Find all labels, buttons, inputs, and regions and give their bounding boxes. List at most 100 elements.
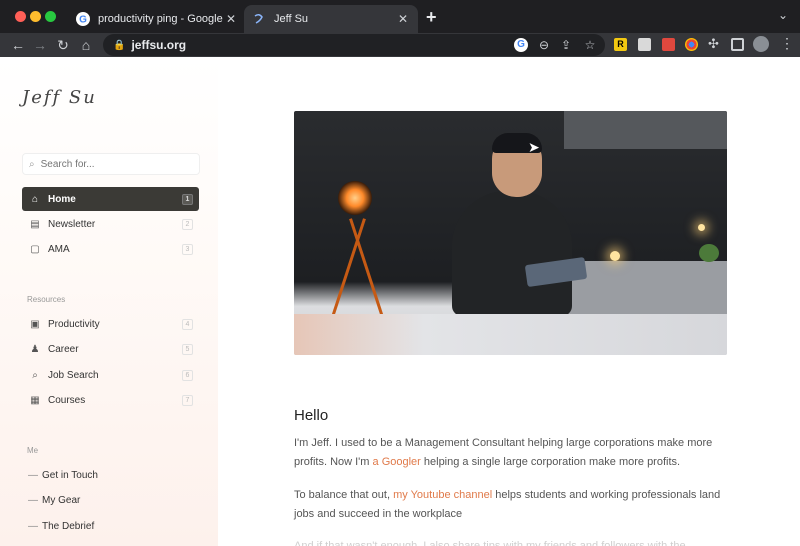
dash-icon: — bbox=[28, 520, 38, 532]
faded-paragraph: And if that wasn't enough, I also share … bbox=[294, 540, 686, 546]
section-label-resources: Resources bbox=[27, 295, 66, 304]
home-icon[interactable]: ⌂ bbox=[76, 35, 96, 55]
youtube-channel-link[interactable]: my Youtube channel bbox=[393, 489, 492, 501]
light-bulb bbox=[698, 224, 705, 231]
reload-icon[interactable]: ↻ bbox=[53, 35, 73, 55]
dash-icon: — bbox=[28, 494, 38, 506]
tab-close-icon[interactable]: ✕ bbox=[396, 12, 410, 26]
extensions-puzzle-icon[interactable]: ✣ bbox=[708, 36, 719, 52]
menu-kebab-icon[interactable]: ⋮ bbox=[780, 35, 794, 52]
address-bar[interactable]: 🔒 jeffsu.org G ⊖ ⇪ ☆ bbox=[103, 34, 605, 56]
extension-clip-icon[interactable] bbox=[638, 38, 651, 51]
back-arrow-icon[interactable]: ← bbox=[8, 35, 28, 55]
section-label-me: Me bbox=[27, 446, 39, 455]
courses-icon: ▦ bbox=[30, 394, 40, 406]
person-body bbox=[452, 191, 572, 316]
sidebar-item-label: Productivity bbox=[48, 318, 100, 330]
google-lens-icon[interactable]: G bbox=[514, 38, 528, 52]
shortcut-key-badge: 7 bbox=[182, 394, 193, 406]
tab-google-search[interactable]: G productivity ping - Google Sea ✕ bbox=[68, 5, 246, 33]
productivity-icon: ▣ bbox=[30, 318, 40, 330]
extension-r-icon[interactable]: R bbox=[614, 38, 627, 51]
sidebar-item-the-debrief[interactable]: — The Debrief bbox=[22, 514, 199, 538]
browser-toolbar: ← → ↻ ⌂ 🔒 jeffsu.org G ⊖ ⇪ ☆ R ✣ ⋮ bbox=[0, 33, 800, 57]
profile-avatar[interactable] bbox=[753, 36, 769, 52]
kitchen-cabinet bbox=[564, 111, 727, 149]
jeff-su-favicon-icon bbox=[254, 13, 263, 24]
sidebar-item-label: Newsletter bbox=[48, 218, 96, 230]
youtube-paragraph: To balance that out, my Youtube channel … bbox=[294, 486, 734, 524]
sidebar-item-courses[interactable]: ▦ Courses 7 bbox=[22, 388, 199, 412]
intro-text-tail: helping a single large corporation make … bbox=[420, 456, 681, 468]
share-icon[interactable]: ⇪ bbox=[559, 38, 573, 52]
new-tab-button[interactable]: + bbox=[426, 7, 437, 28]
shortcut-key-badge: 1 bbox=[182, 193, 193, 205]
job-search-icon: ⌕ bbox=[32, 369, 38, 381]
sidebar-item-label: Job Search bbox=[48, 369, 99, 381]
sidebar-item-label: The Debrief bbox=[42, 520, 95, 532]
sidebar-item-label: My Gear bbox=[42, 494, 81, 506]
sidebar-item-productivity[interactable]: ▣ Productivity 4 bbox=[22, 312, 199, 336]
maximize-window-button[interactable] bbox=[45, 11, 56, 22]
career-icon: ♟ bbox=[30, 343, 40, 355]
sidebar-item-job-search[interactable]: ⌕ Job Search 6 bbox=[22, 363, 199, 387]
bookmark-star-icon[interactable]: ☆ bbox=[583, 38, 597, 52]
youtube-text: To balance that out, bbox=[294, 489, 394, 501]
ama-icon: ▢ bbox=[30, 243, 40, 255]
sidebar-item-get-in-touch[interactable]: — Get in Touch bbox=[22, 463, 199, 487]
search-box[interactable]: ⌕ bbox=[22, 153, 200, 175]
shortcut-key-badge: 5 bbox=[182, 343, 193, 355]
tab-title: productivity ping - Google Sea bbox=[98, 13, 224, 25]
sidebar-item-home[interactable]: ⌂ Home 1 bbox=[22, 187, 199, 211]
browser-tab-bar: G productivity ping - Google Sea ✕ Jeff … bbox=[0, 0, 800, 33]
shortcut-key-badge: 3 bbox=[182, 243, 193, 255]
hero-photo: ➤ bbox=[294, 111, 727, 355]
extension-mail-icon[interactable] bbox=[662, 38, 675, 51]
lamp-leg bbox=[329, 218, 366, 324]
tab-search-icon[interactable]: ⌄ bbox=[778, 8, 788, 22]
search-icon: ⌕ bbox=[29, 158, 35, 170]
table-surface bbox=[294, 314, 727, 355]
tab-jeff-su[interactable]: Jeff Su ✕ bbox=[244, 5, 418, 33]
sidebar: Jeff Su ⌕ ⌂ Home 1 ▤ Newsletter 2 ▢ AMA … bbox=[0, 57, 218, 546]
tab-title: Jeff Su bbox=[274, 13, 309, 25]
newsletter-icon: ▤ bbox=[30, 218, 40, 230]
lamp-light bbox=[338, 181, 372, 215]
lock-icon[interactable]: 🔒 bbox=[113, 40, 125, 51]
sidebar-item-newsletter[interactable]: ▤ Newsletter 2 bbox=[22, 212, 199, 236]
svg-text:G: G bbox=[79, 15, 87, 26]
sidebar-item-my-gear[interactable]: — My Gear bbox=[22, 488, 199, 512]
side-panel-icon[interactable] bbox=[731, 38, 744, 51]
tab-close-icon[interactable]: ✕ bbox=[224, 12, 238, 26]
googler-link[interactable]: a Googler bbox=[373, 456, 421, 468]
kitchen-counter bbox=[564, 261, 727, 316]
lamp-leg bbox=[349, 218, 386, 324]
dash-icon: — bbox=[28, 469, 38, 481]
sidebar-item-label: AMA bbox=[48, 243, 70, 255]
mouse-cursor-icon: ➤ bbox=[528, 139, 540, 155]
minimize-window-button[interactable] bbox=[30, 11, 41, 22]
light-bulb bbox=[610, 251, 620, 261]
page-heading: Hello bbox=[294, 407, 329, 424]
sidebar-item-label: Home bbox=[48, 193, 76, 205]
shortcut-key-badge: 6 bbox=[182, 369, 193, 381]
url-text: jeffsu.org bbox=[131, 38, 187, 52]
sidebar-item-label: Courses bbox=[48, 394, 86, 406]
home-icon: ⌂ bbox=[31, 193, 39, 205]
search-input[interactable] bbox=[40, 158, 181, 170]
sidebar-item-ama[interactable]: ▢ AMA 3 bbox=[22, 237, 199, 261]
forward-arrow-icon[interactable]: → bbox=[30, 35, 50, 55]
shortcut-key-badge: 2 bbox=[182, 218, 193, 230]
signature-logo[interactable]: Jeff Su bbox=[22, 87, 97, 108]
sidebar-item-career[interactable]: ♟ Career 5 bbox=[22, 337, 199, 361]
web-page: Jeff Su ⌕ ⌂ Home 1 ▤ Newsletter 2 ▢ AMA … bbox=[0, 57, 800, 546]
shortcut-key-badge: 4 bbox=[182, 318, 193, 330]
sidebar-item-label: Career bbox=[48, 343, 79, 355]
google-favicon-icon: G bbox=[76, 12, 90, 26]
close-window-button[interactable] bbox=[15, 11, 26, 22]
extension-chrome-icon[interactable] bbox=[685, 38, 698, 51]
sidebar-item-label: Get in Touch bbox=[42, 469, 98, 481]
intro-paragraph: I'm Jeff. I used to be a Management Cons… bbox=[294, 434, 734, 472]
plant bbox=[699, 244, 719, 262]
zoom-icon[interactable]: ⊖ bbox=[537, 38, 551, 52]
